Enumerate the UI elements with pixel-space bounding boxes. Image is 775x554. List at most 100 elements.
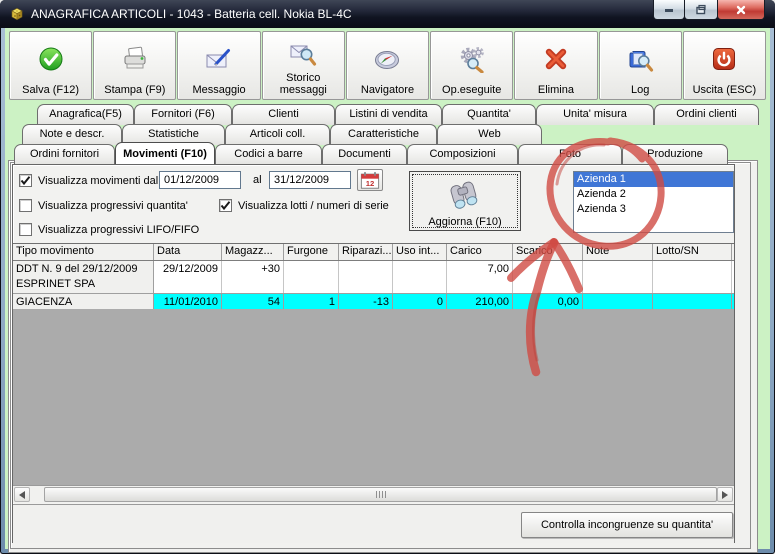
minimize-icon (665, 8, 673, 12)
window-controls (653, 0, 765, 20)
tab-ordini-fornitori[interactable]: Ordini fornitori (14, 144, 115, 165)
gears-magnifier-icon (458, 34, 486, 84)
navigatore-button[interactable]: Navigatore (345, 31, 430, 100)
close-button[interactable] (717, 0, 765, 20)
calendar-button[interactable]: 12 (357, 169, 383, 191)
storico-messaggi-label: Storico messaggi (279, 72, 327, 96)
tab-web[interactable]: Web (437, 124, 542, 145)
column-header-note[interactable]: Note (583, 244, 653, 260)
window-title: ANAGRAFICA ARTICOLI - 1043 - Batteria ce… (31, 7, 352, 21)
tab-ordini-clienti[interactable]: Ordini clienti (654, 104, 759, 125)
column-header-scarico[interactable]: Scarico (513, 244, 583, 260)
green-check-icon (37, 34, 65, 84)
thumb-grip (375, 491, 386, 498)
column-header-tipo-movimento[interactable]: Tipo movimento (13, 244, 154, 260)
restore-icon (696, 4, 706, 14)
grid-cell: +30 (222, 261, 284, 293)
tab-anagrafica-f5[interactable]: Anagrafica(F5) (37, 104, 134, 125)
grid-header-row: Tipo movimento Data Magazz... Furgone Ripara… (13, 243, 734, 261)
movements-grid: Tipo movimento Data Magazz... Furgone Ripara… (13, 243, 734, 312)
restore-button[interactable] (684, 0, 718, 20)
check-quantity-button[interactable]: Controlla incongruenze su quantita' (521, 512, 733, 538)
column-header-data[interactable]: Data (154, 244, 222, 260)
grid-cell (339, 261, 393, 293)
elimina-label: Elimina (537, 84, 574, 96)
close-icon (736, 5, 746, 14)
grid-cell: 7,00 (447, 261, 513, 293)
company-listbox[interactable]: Azienda 1 Azienda 2 Azienda 3 (573, 171, 734, 233)
column-header-magazz[interactable]: Magazz... (222, 244, 284, 260)
aggiorna-button[interactable]: Aggiorna (F10) (409, 171, 521, 231)
tab-listini-di-vendita[interactable]: Listini di vendita (335, 104, 442, 125)
stampa-label: Stampa (F9) (104, 84, 166, 96)
grid-empty-area (13, 309, 734, 485)
book-magnifier-icon (626, 34, 654, 84)
right-arrow-icon (722, 490, 728, 499)
scrollbar-thumb[interactable] (44, 487, 717, 502)
label-al: al (253, 174, 262, 186)
grid-row-ddt-n-9-del-29-12-2009[interactable]: DDT N. 9 del 29/12/2009 ESPRINET SPA 29/1… (13, 261, 734, 294)
tab-composizioni[interactable]: Composizioni (407, 144, 518, 165)
column-header-uso-int[interactable]: Uso int... (393, 244, 447, 260)
checkbox-progressivi-quantita[interactable] (19, 199, 32, 212)
company-item-azienda-1[interactable]: Azienda 1 (574, 172, 733, 187)
stampa-button[interactable]: Stampa (F9) (93, 31, 177, 100)
tab-note-e-descr[interactable]: Note e descr. (22, 124, 122, 145)
app-window: ANAGRAFICA ARTICOLI - 1043 - Batteria ce… (0, 0, 775, 554)
tab-documenti[interactable]: Documenti (322, 144, 407, 165)
column-header-riparazi[interactable]: Riparazi... (339, 244, 393, 260)
date-from-input[interactable] (159, 171, 241, 189)
svg-text:12: 12 (366, 178, 375, 187)
company-item-azienda-2[interactable]: Azienda 2 (574, 187, 733, 202)
checkbox-lotti[interactable] (219, 199, 232, 212)
tab-quantita[interactable]: Quantita' (442, 104, 536, 125)
grid-cell (513, 261, 583, 293)
horizontal-scrollbar[interactable] (13, 485, 734, 503)
grid-cell (393, 261, 447, 293)
log-label: Log (630, 84, 650, 96)
log-button[interactable]: Log (598, 31, 682, 100)
main-toolbar: Salva (F12) Stampa (F9) Messaggio Storic… (9, 31, 766, 102)
label-lifo: Visualizza progressivi LIFO/FIFO (38, 223, 200, 236)
title-bar[interactable]: ANAGRAFICA ARTICOLI - 1043 - Batteria ce… (0, 0, 775, 28)
scrollbar-track[interactable] (30, 487, 44, 502)
company-item-azienda-3[interactable]: Azienda 3 (574, 202, 733, 217)
checkbox-lifo[interactable] (19, 223, 32, 236)
tab-foto[interactable]: Foto (518, 144, 622, 165)
scroll-left-button[interactable] (14, 487, 30, 502)
binoculars-icon (439, 173, 491, 216)
left-arrow-icon (19, 490, 25, 499)
tab-unita-misura[interactable]: Unita' misura (536, 104, 654, 125)
tab-codici-a-barre[interactable]: Codici a barre (215, 144, 322, 165)
label-progressivi-quantita: Visualizza progressivi quantita' (38, 199, 188, 212)
tab-caratteristiche[interactable]: Caratteristiche (330, 124, 437, 145)
aggiorna-label: Aggiorna (F10) (428, 216, 502, 228)
scroll-right-button[interactable] (717, 487, 733, 502)
tab-produzione[interactable]: Produzione (622, 144, 728, 165)
date-to-input[interactable] (269, 171, 351, 189)
compass-icon (373, 34, 401, 84)
op-eseguite-button[interactable]: Op.eseguite (430, 31, 514, 100)
tab-fornitori-f6[interactable]: Fornitori (F6) (134, 104, 232, 125)
column-header-lotto-sn[interactable]: Lotto/SN (653, 244, 732, 260)
grid-cell (653, 261, 732, 293)
column-header-furgone[interactable]: Furgone (284, 244, 339, 260)
envelope-pen-icon (205, 34, 233, 84)
elimina-button[interactable]: Elimina (514, 31, 598, 100)
tab-clienti[interactable]: Clienti (232, 104, 335, 125)
uscita-button[interactable]: Uscita (ESC) (682, 31, 766, 100)
tab-articoli-coll[interactable]: Articoli coll. (225, 124, 330, 145)
tab-movimenti-f10[interactable]: Movimenti (F10) (115, 142, 215, 166)
movimenti-panel: Visualizza movimenti dal al 12 Visualizz… (12, 164, 735, 543)
filter-lotti-row: Visualizza lotti / numeri di serie (219, 199, 389, 212)
storico-messaggi-button[interactable]: Storico messaggi (261, 31, 345, 100)
column-header-carico[interactable]: Carico (447, 244, 513, 260)
salva-button[interactable]: Salva (F12) (9, 31, 93, 100)
checkbox-visualizza-movimenti[interactable] (19, 174, 32, 187)
tab-row-1: Anagrafica(F5) Fornitori (F6) Clienti Listi… (37, 104, 759, 125)
grid-cell (284, 261, 339, 293)
salva-label: Salva (F12) (22, 84, 80, 96)
minimize-button[interactable] (653, 0, 685, 20)
grid-cell (583, 261, 653, 293)
messaggio-button[interactable]: Messaggio (177, 31, 261, 100)
